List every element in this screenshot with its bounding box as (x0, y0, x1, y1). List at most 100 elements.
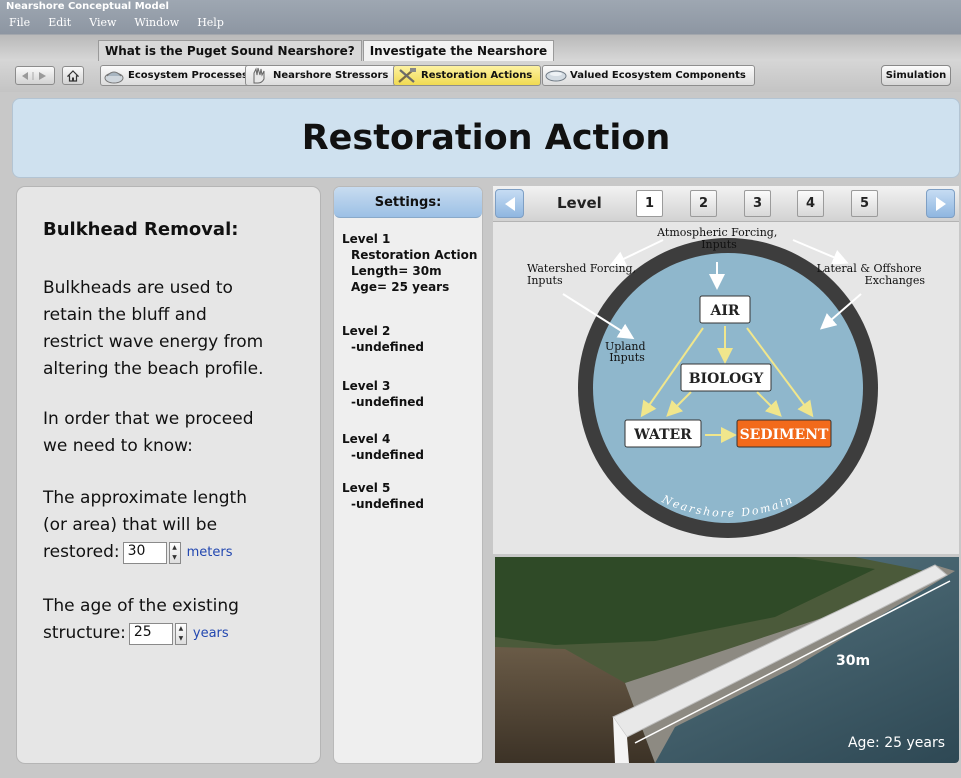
arrow-left-icon (504, 196, 515, 211)
bulkhead-illustration: 30m Age: 25 years (495, 557, 959, 763)
stepper-up-icon[interactable]: ▲ (176, 624, 186, 634)
content-area: Restoration Action Bulkhead Removal: Bul… (0, 92, 961, 778)
bulkhead-age-label: Age: 25 years (847, 735, 945, 751)
level-tab-2[interactable]: 2 (690, 190, 717, 217)
description-line: Bulkheads are used to (43, 278, 233, 298)
level-detail: Age= 25 years (351, 280, 450, 294)
stepper-down-icon[interactable]: ▼ (170, 553, 180, 563)
level-navigator: Level 1 2 3 4 5 (493, 186, 959, 222)
length-question-line: The approximate length (43, 488, 247, 508)
ecosystem-icon (104, 71, 124, 84)
age-input[interactable]: 25 (128, 622, 173, 645)
subtab-label: Valued Ecosystem Components (570, 70, 746, 81)
nearshore-process-diagram: AIR BIOLOGY WATER SEDIMENT Atmospheric F… (493, 222, 959, 554)
level-title: Level 4 (342, 432, 391, 446)
tab-investigate-nearshore[interactable]: Investigate the Nearshore (362, 40, 555, 61)
tab-puget-sound-nearshore[interactable]: What is the Puget Sound Nearshore? (98, 40, 362, 61)
level-detail: -undefined (351, 497, 424, 511)
window-chrome: Nearshore Conceptual Model File Edit Vie… (0, 0, 961, 92)
level-tab-3[interactable]: 3 (744, 190, 771, 217)
subtab-ecosystem-processes[interactable]: Ecosystem Processes (100, 65, 257, 86)
level-title: Level 1 (342, 232, 391, 246)
subtab-label: Restoration Actions (421, 70, 533, 81)
menu-window[interactable]: Window (125, 14, 188, 32)
settings-header: Settings: (334, 187, 482, 218)
length-stepper[interactable]: ▲ ▼ (168, 541, 181, 564)
length-input-row: restored: 30 ▲ ▼ meters (43, 539, 247, 566)
label-line: Inputs (701, 238, 737, 251)
length-input[interactable]: 30 (122, 541, 167, 564)
age-prompt: structure: (43, 623, 126, 643)
label-upland: Upland Inputs (605, 340, 649, 364)
settings-level-5: Level 5 -undefined (342, 480, 424, 512)
length-unit: meters (186, 545, 233, 560)
level-view: Level 1 2 3 4 5 AIR BIOLOGY WATER SEDIME… (493, 186, 959, 554)
proceed-line: In order that we proceed (43, 409, 254, 429)
back-forward-arrows-icon (22, 71, 46, 80)
level-detail: -undefined (351, 340, 424, 354)
page-header: Restoration Action (12, 98, 960, 178)
description-line: retain the bluff and (43, 305, 207, 325)
back-forward-button[interactable] (15, 66, 55, 85)
label-line: Inputs (527, 274, 563, 287)
home-icon (67, 69, 79, 82)
stepper-down-icon[interactable]: ▼ (176, 634, 186, 644)
settings-level-4: Level 4 -undefined (342, 431, 424, 463)
bulkhead-scene (495, 557, 959, 763)
node-sediment: SEDIMENT (740, 427, 829, 443)
menu-edit[interactable]: Edit (39, 14, 80, 32)
action-title: Bulkhead Removal: (43, 219, 239, 240)
description-line: restrict wave energy from (43, 332, 264, 352)
settings-level-1: Level 1 Restoration Action Length= 30m A… (342, 231, 477, 295)
label-line: Exchanges (865, 274, 926, 287)
arrow-right-icon (935, 196, 946, 211)
age-question: The age of the existing structure: 25 ▲ … (43, 593, 239, 647)
settings-level-3: Level 3 -undefined (342, 378, 424, 410)
prev-level-button[interactable] (495, 189, 524, 218)
window-title: Nearshore Conceptual Model (6, 1, 169, 12)
age-unit: years (192, 626, 229, 641)
settings-panel: Settings: Level 1 Restoration Action Len… (333, 186, 483, 764)
level-detail: -undefined (351, 448, 424, 462)
level-tab-5[interactable]: 5 (851, 190, 878, 217)
settings-level-2: Level 2 -undefined (342, 323, 424, 355)
length-question-line: (or area) that will be (43, 515, 218, 535)
age-input-row: structure: 25 ▲ ▼ years (43, 620, 239, 647)
node-water: WATER (633, 427, 692, 443)
page-title: Restoration Action (301, 118, 671, 158)
menu-view[interactable]: View (80, 14, 125, 32)
level-label: Level (557, 194, 602, 212)
vec-icon (545, 70, 567, 82)
level-detail: Restoration Action (351, 248, 478, 262)
level-tab-1[interactable]: 1 (636, 190, 663, 217)
level-tab-4[interactable]: 4 (797, 190, 824, 217)
next-level-button[interactable] (926, 189, 955, 218)
proceed-text: In order that we proceed we need to know… (43, 406, 253, 460)
stressors-hand-icon (253, 67, 265, 84)
subtab-nearshore-stressors[interactable]: Nearshore Stressors (245, 65, 398, 86)
tools-icon (398, 68, 416, 83)
simulation-button[interactable]: Simulation (881, 65, 951, 86)
description-line: altering the beach profile. (43, 359, 264, 379)
age-stepper[interactable]: ▲ ▼ (174, 622, 187, 645)
toolbar: Ecosystem Processes Nearshore Stressors … (0, 62, 961, 90)
bulkhead-length-label: 30m (836, 653, 871, 669)
level-title: Level 3 (342, 379, 391, 393)
proceed-line: we need to know: (43, 436, 193, 456)
age-question-line: The age of the existing (43, 596, 239, 616)
subtab-label: Ecosystem Processes (128, 70, 248, 81)
node-biology: BIOLOGY (689, 371, 765, 387)
subtab-restoration-actions[interactable]: Restoration Actions (393, 65, 542, 86)
menu-help[interactable]: Help (188, 14, 233, 32)
home-button[interactable] (62, 66, 84, 85)
node-air: AIR (709, 303, 739, 319)
menu-bar: File Edit View Window Help (0, 14, 233, 32)
action-description: Bulkheads are used to retain the bluff a… (43, 275, 264, 383)
stepper-up-icon[interactable]: ▲ (170, 543, 180, 553)
length-question: The approximate length (or area) that wi… (43, 485, 247, 566)
level-detail: -undefined (351, 395, 424, 409)
subtab-valued-ecosystem-components[interactable]: Valued Ecosystem Components (542, 65, 755, 86)
menu-file[interactable]: File (0, 14, 39, 32)
level-detail: Length= 30m (351, 264, 442, 278)
main-tab-row: What is the Puget Sound Nearshore? Inves… (98, 40, 555, 61)
